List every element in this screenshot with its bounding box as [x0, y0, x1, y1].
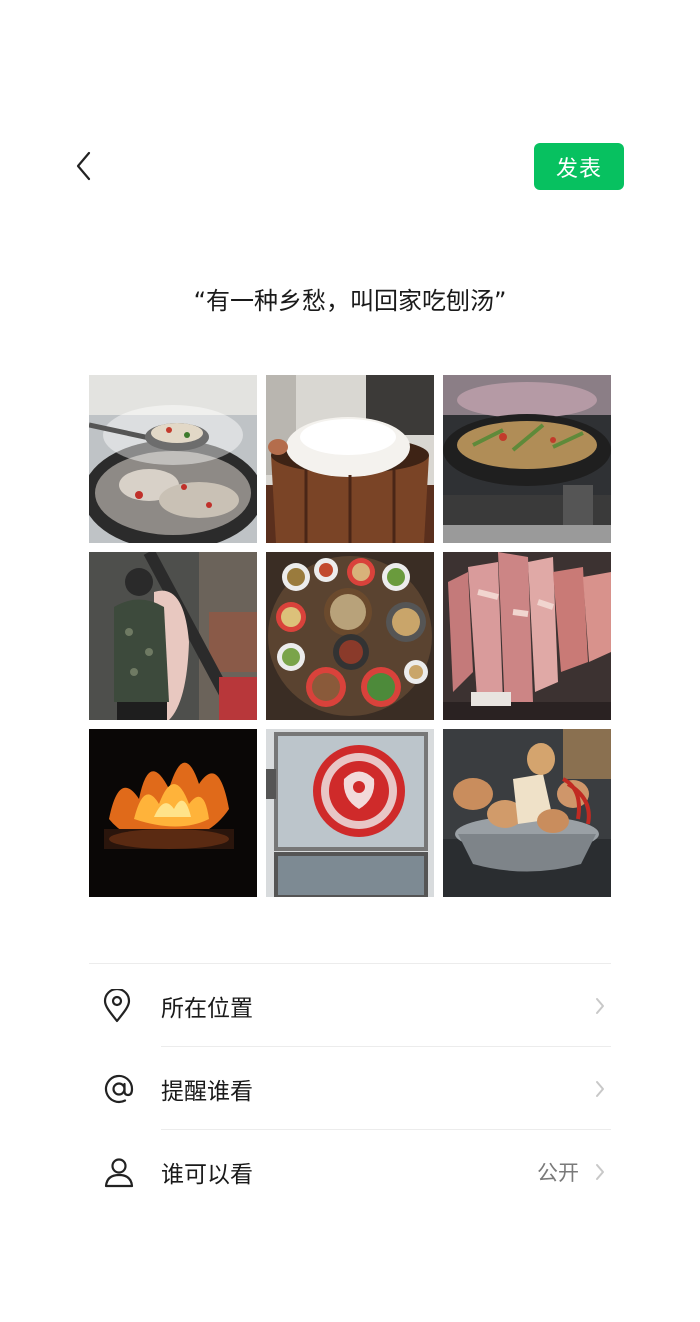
chevron-right-icon [596, 1080, 604, 1097]
location-pin-icon [103, 988, 131, 1022]
option-location[interactable]: 所在位置 [89, 964, 611, 1047]
post-text[interactable]: “有一种乡愁，叫回家吃刨汤” [0, 281, 700, 316]
option-label: 谁可以看 [161, 1161, 253, 1188]
photo-firewood-flame[interactable] [89, 729, 257, 897]
at-sign-icon [104, 1074, 134, 1103]
photo-steamed-rice-bucket[interactable] [266, 375, 434, 543]
option-label: 提醒谁看 [161, 1078, 253, 1105]
photo-stir-fry-wok[interactable] [89, 375, 257, 543]
photo-grid [89, 375, 611, 897]
publish-button[interactable]: 发表 [534, 143, 624, 190]
photo-wok-dish-stove[interactable] [443, 375, 611, 543]
option-value: 公开 [537, 1160, 579, 1185]
chevron-left-icon [76, 151, 91, 181]
photo-feast-table[interactable] [266, 552, 434, 720]
option-visibility[interactable]: 谁可以看 公开 [89, 1130, 611, 1213]
chevron-right-icon [596, 1163, 604, 1180]
photo-paper-cut-window[interactable] [266, 729, 434, 897]
option-mention[interactable]: 提醒谁看 [89, 1047, 611, 1130]
chevron-right-icon [596, 997, 604, 1014]
option-label: 所在位置 [161, 995, 253, 1022]
person-icon [104, 1157, 134, 1187]
photo-potatoes-basin[interactable] [443, 729, 611, 897]
back-button[interactable] [64, 146, 104, 186]
photo-person-with-pig[interactable] [89, 552, 257, 720]
photo-hanging-pork[interactable] [443, 552, 611, 720]
